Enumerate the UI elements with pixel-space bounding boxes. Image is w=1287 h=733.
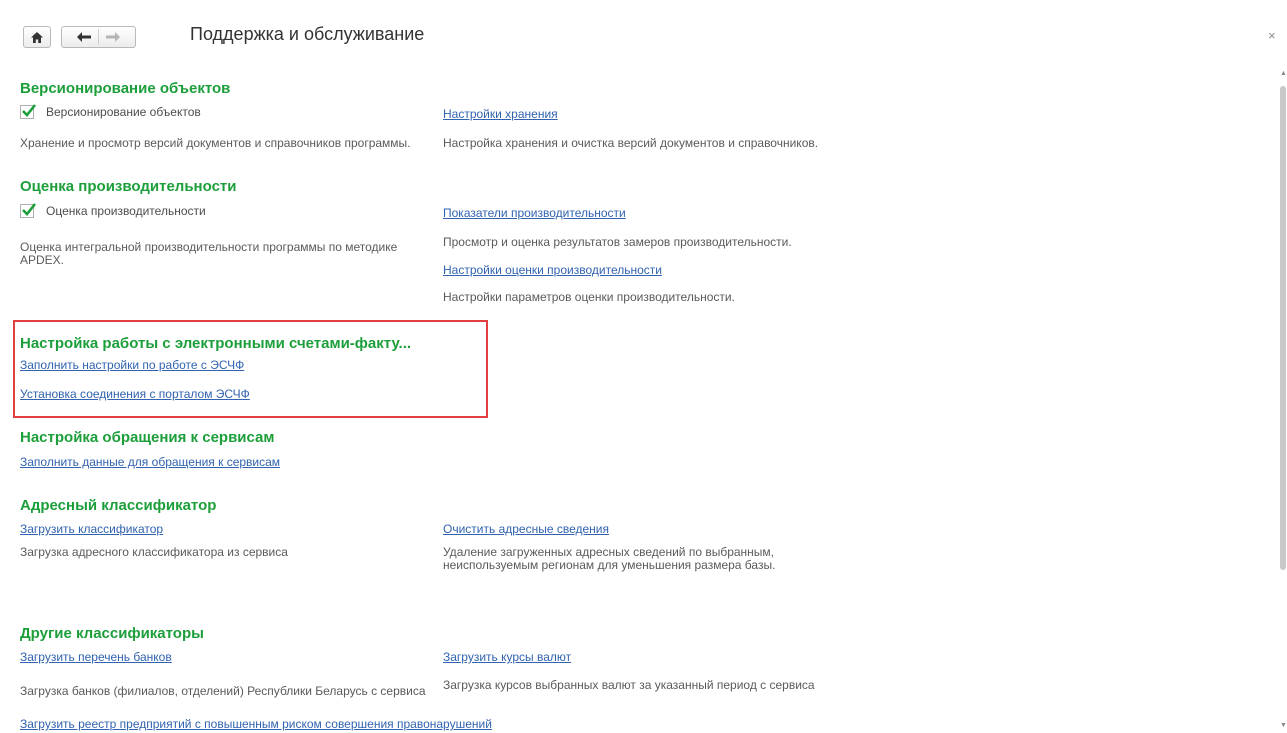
section-heading-esf: Настройка работы с электронными счетами-… [20, 335, 412, 352]
performance-description: Оценка интегральной производительности п… [20, 240, 398, 267]
versioning-checkbox[interactable] [20, 104, 37, 119]
load-classifier-link[interactable]: Загрузить классификатор [20, 522, 163, 536]
performance-settings-description: Настройки параметров оценки производител… [443, 290, 735, 304]
load-banks-link[interactable]: Загрузить перечень банков [20, 650, 172, 664]
clear-address-link[interactable]: Очистить адресные сведения [443, 522, 609, 536]
history-nav [61, 26, 136, 48]
scroll-down-icon[interactable]: ▼ [1280, 722, 1287, 729]
title-bar: Поддержка и обслуживание × [0, 0, 1287, 70]
storage-settings-description: Настройка хранения и очистка версий доку… [443, 136, 819, 150]
load-currency-rates-link[interactable]: Загрузить курсы валют [443, 650, 571, 664]
versioning-description: Хранение и просмотр версий документов и … [20, 136, 411, 150]
performance-indicators-link[interactable]: Показатели производительности [443, 206, 626, 220]
section-heading-other: Другие классификаторы [20, 625, 204, 642]
load-currency-rates-description: Загрузка курсов выбранных валют за указа… [443, 678, 815, 692]
divider [98, 29, 99, 45]
performance-checkbox[interactable] [20, 203, 37, 218]
scrollbar-thumb[interactable] [1280, 86, 1286, 570]
forward-arrow-icon[interactable] [106, 32, 120, 42]
close-icon[interactable]: × [1268, 28, 1276, 43]
home-icon [31, 31, 43, 43]
storage-settings-link[interactable]: Настройки хранения [443, 107, 558, 121]
performance-settings-link[interactable]: Настройки оценки производительности [443, 263, 662, 277]
load-risk-registry-link[interactable]: Загрузить реестр предприятий с повышенны… [20, 717, 492, 731]
esf-fill-settings-link[interactable]: Заполнить настройки по работе с ЭСЧФ [20, 358, 244, 372]
versioning-checkbox-row[interactable]: Версионирование объектов [20, 104, 201, 119]
performance-checkbox-label: Оценка производительности [46, 204, 206, 218]
checkmark-icon [22, 104, 37, 117]
performance-checkbox-row[interactable]: Оценка производительности [20, 203, 206, 218]
page-title: Поддержка и обслуживание [190, 24, 425, 44]
section-heading-services: Настройка обращения к сервисам [20, 429, 275, 446]
esf-portal-connection-link[interactable]: Установка соединения с порталом ЭСЧФ [20, 387, 250, 401]
services-fill-data-link[interactable]: Заполнить данные для обращения к сервиса… [20, 455, 280, 469]
section-heading-performance: Оценка производительности [20, 178, 237, 195]
versioning-checkbox-label: Версионирование объектов [46, 105, 201, 119]
section-heading-address: Адресный классификатор [20, 497, 217, 514]
load-classifier-description: Загрузка адресного классификатора из сер… [20, 545, 288, 559]
load-banks-description: Загрузка банков (филиалов, отделений) Ре… [20, 684, 426, 698]
performance-indicators-description: Просмотр и оценка результатов замеров пр… [443, 235, 792, 249]
scroll-up-icon[interactable]: ▲ [1280, 70, 1287, 77]
back-arrow-icon[interactable] [77, 32, 91, 42]
clear-address-description: Удаление загруженных адресных сведений п… [443, 545, 776, 572]
home-button[interactable] [23, 26, 51, 48]
checkmark-icon [22, 203, 37, 216]
section-heading-versioning: Версионирование объектов [20, 80, 231, 97]
